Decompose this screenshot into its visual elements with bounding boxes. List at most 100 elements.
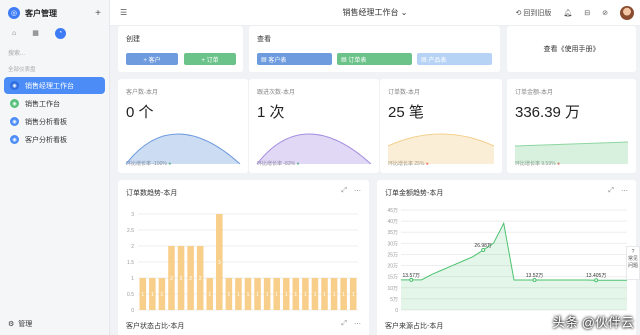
- bar-value-label: 1: [208, 292, 211, 298]
- bar-value-label: 2: [180, 276, 183, 282]
- bar-value-label: 1: [294, 292, 297, 298]
- inbox-icon[interactable]: ⊟: [584, 9, 590, 17]
- product-table-button[interactable]: ▤ 产品表: [417, 53, 492, 65]
- point-label: 13.57万: [403, 273, 421, 279]
- order-amount-chart-card: 订单金额趋势-本月 ⤢ ⋯ 0 5万 10万 15万 20万 25万 30万 35万 40万 45…: [377, 180, 636, 330]
- help-label: 常见问题: [627, 256, 638, 269]
- stat-sparkline: [256, 133, 372, 164]
- add-customer-button[interactable]: + 客户: [126, 53, 178, 65]
- order-count-chart-card: 订单数趋势-本月 ⤢ ⋯ 0 0.5 1 1.5 2 2.5 3 1 1 1 2 2 2 2 1 3 1 1 1 1 1…: [118, 180, 369, 330]
- sidebar: ◎ 客户管理 + ⌂ ▦ ◔ 搜索... 全部仪表盘 ◉ 销售经理工作台 ◉ 销…: [0, 0, 110, 335]
- grid-icon[interactable]: ▦: [32, 29, 39, 37]
- home-icon[interactable]: ⌂: [12, 30, 16, 37]
- avatar[interactable]: [620, 5, 634, 20]
- view-title: 查看: [257, 36, 271, 43]
- stat-value: 1 次: [257, 104, 285, 121]
- stat-card: 订单数-本月 25 笔环比增长率 25% ●: [380, 79, 502, 173]
- watermark: 头条 @伙伴云: [552, 315, 634, 330]
- y-tick-label: 30万: [387, 241, 398, 247]
- bar-value-label: 1: [304, 292, 307, 298]
- dashboard-item-icon: ◉: [10, 117, 19, 126]
- sidebar-item-label: 销售经理工作台: [25, 82, 74, 90]
- sidebar-item-customer-analysis[interactable]: ◉ 客户分析看板: [4, 131, 105, 148]
- page-title: 销售经理工作台: [342, 8, 399, 17]
- app-title: 客户管理: [25, 8, 57, 18]
- sidebar-manage-button[interactable]: ⚙ 管理: [8, 319, 32, 329]
- table-icon: ▤: [421, 56, 429, 63]
- help-button[interactable]: ? 常见问题: [626, 246, 640, 280]
- sidebar-item-sales[interactable]: ◉ 销售工作台: [4, 95, 105, 112]
- bar-value-label: 2: [189, 276, 192, 282]
- y-tick-label: 15万: [387, 275, 398, 281]
- bar-value-label: 2: [170, 276, 173, 282]
- stat-sparkline: [125, 133, 241, 164]
- table-icon: ▤: [261, 56, 269, 63]
- more-icon[interactable]: ⋯: [354, 320, 361, 328]
- dashboard-icon[interactable]: ◔: [54, 27, 66, 39]
- bar-value-label: 2: [199, 276, 202, 282]
- sparkline-area: [126, 134, 240, 164]
- sidebar-tabs: ⌂ ▦ ◔: [0, 26, 109, 40]
- expand-icon[interactable]: ⤢: [608, 187, 614, 195]
- back-label: 回到旧版: [523, 9, 552, 17]
- more-icon[interactable]: ⋯: [354, 187, 361, 195]
- y-tick-label: 35万: [387, 230, 398, 236]
- question-icon: ?: [631, 249, 635, 255]
- create-title: 创建: [126, 36, 140, 43]
- manual-link[interactable]: 查看《使用手册》: [544, 44, 600, 54]
- manual-card[interactable]: 查看《使用手册》: [507, 26, 636, 72]
- y-tick-label: 40万: [387, 219, 398, 225]
- bar-value-label: 1: [256, 292, 259, 298]
- chart-title: 订单金额趋势-本月: [385, 190, 444, 197]
- add-icon[interactable]: +: [95, 8, 101, 19]
- bar-value-label: 1: [266, 292, 269, 298]
- stat-sparkline: [387, 133, 495, 164]
- stat-label: 订单数-本月: [388, 90, 420, 96]
- more-icon[interactable]: ⋯: [621, 187, 628, 195]
- bar-value-label: 1: [285, 292, 288, 298]
- compass-icon[interactable]: ⊘: [602, 9, 608, 17]
- sidebar-item-sales-analysis[interactable]: ◉ 销售分析看板: [4, 113, 105, 130]
- chevron-down-icon: ⌄: [400, 8, 408, 17]
- bell-icon[interactable]: 🔔︎: [563, 9, 572, 17]
- dashboard-item-icon: ◉: [10, 99, 19, 108]
- expand-icon[interactable]: ⤢: [341, 320, 347, 328]
- customer-table-button[interactable]: ▤ 客户表: [257, 53, 332, 65]
- chart-title: 客户来源占比-本月: [385, 323, 444, 330]
- stat-value: 25 笔: [388, 104, 424, 121]
- sidebar-header: ◎ 客户管理 +: [0, 0, 109, 26]
- sidebar-item-label: 销售工作台: [25, 100, 60, 108]
- sidebar-search-input[interactable]: 搜索...: [8, 46, 101, 58]
- sidebar-item-sales-manager[interactable]: ◉ 销售经理工作台: [4, 77, 105, 94]
- stat-value: 0 个: [126, 104, 154, 121]
- customer-status-card: 客户状态占比-本月 ⤢ ⋯: [118, 313, 369, 335]
- sidebar-item-label: 销售分析看板: [25, 118, 67, 126]
- settings-icon: ⚙: [8, 321, 15, 328]
- bar-value-label: 1: [352, 292, 355, 298]
- button-label: 客户表: [268, 57, 287, 64]
- button-label: 产品表: [428, 57, 447, 64]
- bar-value-label: 1: [161, 292, 164, 298]
- bar-value-label: 1: [247, 292, 250, 298]
- back-old-version-button[interactable]: ⟲ 回到旧版: [516, 8, 552, 18]
- bar-value-label: 1: [237, 292, 240, 298]
- topbar: ☰ 销售经理工作台 ⌄ ⟲ 回到旧版 🔔︎ ⊟ ⊘: [110, 0, 640, 26]
- y-tick-label: 1: [131, 276, 134, 282]
- add-order-button[interactable]: + 订单: [184, 53, 236, 65]
- sparkline-area: [257, 134, 371, 164]
- create-card: 创建 + 客户 + 订单: [118, 26, 243, 72]
- bar-value-label: 1: [314, 292, 317, 298]
- expand-icon[interactable]: ⤢: [341, 187, 347, 195]
- stat-value: 336.39 万: [515, 104, 581, 121]
- area-fill: [401, 223, 627, 310]
- order-table-button[interactable]: ▤ 订单表: [337, 53, 412, 65]
- y-tick-label: 2.5: [127, 228, 134, 234]
- app-logo-icon: ◎: [8, 7, 20, 19]
- bar-value-label: 1: [151, 292, 154, 298]
- bar-value-label: 1: [323, 292, 326, 298]
- stat-label: 客户数-本月: [126, 90, 158, 96]
- bar-value-label: 1: [227, 292, 230, 298]
- history-icon: ⟲: [515, 9, 522, 17]
- view-card: 查看 ▤ 客户表 ▤ 订单表 ▤ 产品表: [249, 26, 500, 72]
- y-tick-label: 25万: [387, 252, 398, 258]
